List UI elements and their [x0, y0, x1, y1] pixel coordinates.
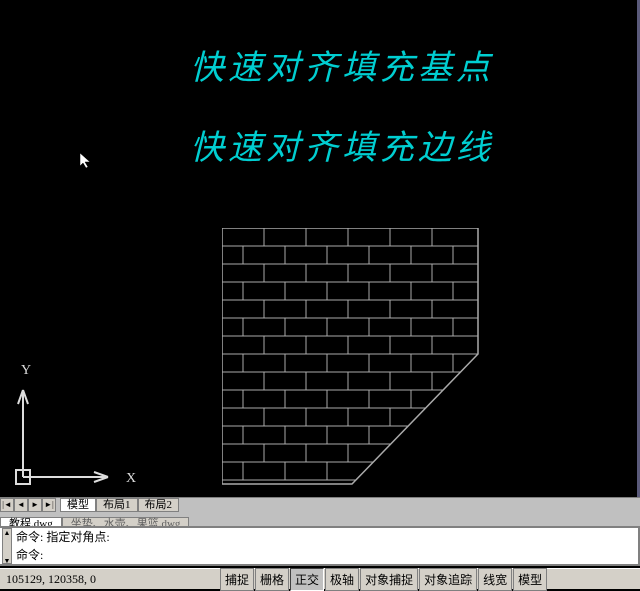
- coordinates-display: 105129, 120358, 0: [0, 572, 220, 587]
- tab-layout1[interactable]: 布局1: [96, 498, 138, 512]
- ucs-y-label: Y: [21, 363, 31, 378]
- tab-model[interactable]: 模型: [60, 498, 96, 512]
- status-osnap-button[interactable]: 对象捕捉: [360, 568, 418, 591]
- status-model-button[interactable]: 模型: [513, 568, 547, 591]
- scroll-down-icon[interactable]: ▼: [3, 557, 11, 565]
- status-bar: 105129, 120358, 0 捕捉 栅格 正交 极轴 对象捕捉 对象追踪 …: [0, 568, 640, 589]
- status-polar-button[interactable]: 极轴: [325, 568, 359, 591]
- ucs-icon: Y X: [12, 360, 142, 490]
- command-input[interactable]: 命令:: [0, 546, 638, 564]
- annotation-text-2: 快速对齐填充边线: [190, 120, 494, 169]
- command-scrollbar[interactable]: ▲ ▼: [2, 528, 12, 564]
- status-ortho-button[interactable]: 正交: [290, 568, 324, 591]
- drawing-canvas[interactable]: 快速对齐填充基点 快速对齐填充边线: [0, 0, 640, 497]
- status-snap-button[interactable]: 捕捉: [220, 568, 254, 591]
- tabs-bar: |◄ ◄ ► ►| 模型 布局1 布局2 教程.dwg 坐垫、水壶、果篮.dwg: [0, 497, 640, 526]
- nav-last-button[interactable]: ►|: [42, 498, 56, 512]
- cursor-arrow-icon: [80, 153, 96, 169]
- nav-next-button[interactable]: ►: [28, 498, 42, 512]
- ucs-x-label: X: [126, 471, 136, 486]
- scroll-up-icon[interactable]: ▲: [3, 529, 11, 537]
- tab-layout2[interactable]: 布局2: [138, 498, 180, 512]
- nav-first-button[interactable]: |◄: [0, 498, 14, 512]
- status-grid-button[interactable]: 栅格: [255, 568, 289, 591]
- command-history-line: 命令: 指定对角点:: [0, 528, 638, 546]
- status-lweight-button[interactable]: 线宽: [478, 568, 512, 591]
- command-panel: ▲ ▼ 命令: 指定对角点: 命令:: [0, 526, 640, 566]
- annotation-text-1: 快速对齐填充基点: [190, 40, 494, 89]
- hatch-pattern[interactable]: [222, 228, 482, 488]
- status-otrack-button[interactable]: 对象追踪: [419, 568, 477, 591]
- nav-prev-button[interactable]: ◄: [14, 498, 28, 512]
